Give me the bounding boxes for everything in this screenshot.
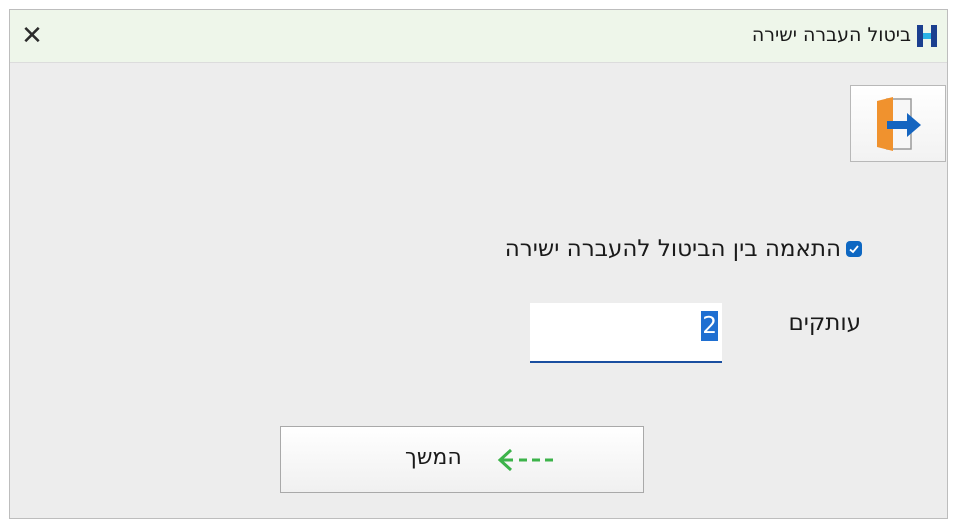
copies-label: עותקים	[788, 310, 861, 336]
app-logo-icon	[917, 25, 937, 47]
continue-button[interactable]: המשך	[280, 426, 644, 493]
exit-door-icon	[877, 97, 921, 151]
copies-value: 2	[701, 311, 718, 341]
copies-input[interactable]: 2	[530, 303, 722, 363]
close-button[interactable]: ✕	[14, 18, 50, 54]
arrow-left-icon	[497, 448, 553, 472]
match-checkbox[interactable]	[846, 241, 862, 257]
window-title: ביטול העברה ישירה	[751, 24, 911, 46]
match-checkbox-row[interactable]: התאמה בין הביטול להעברה ישירה	[505, 235, 862, 263]
match-checkbox-label: התאמה בין הביטול להעברה ישירה	[504, 236, 841, 262]
dialog-window: ✕ ביטול העברה ישירה התאמה בין הביטול להע…	[9, 9, 948, 519]
exit-button[interactable]	[850, 85, 946, 162]
continue-label: המשך	[405, 445, 462, 470]
title-bar: ✕ ביטול העברה ישירה	[10, 10, 947, 63]
check-icon	[849, 245, 859, 254]
